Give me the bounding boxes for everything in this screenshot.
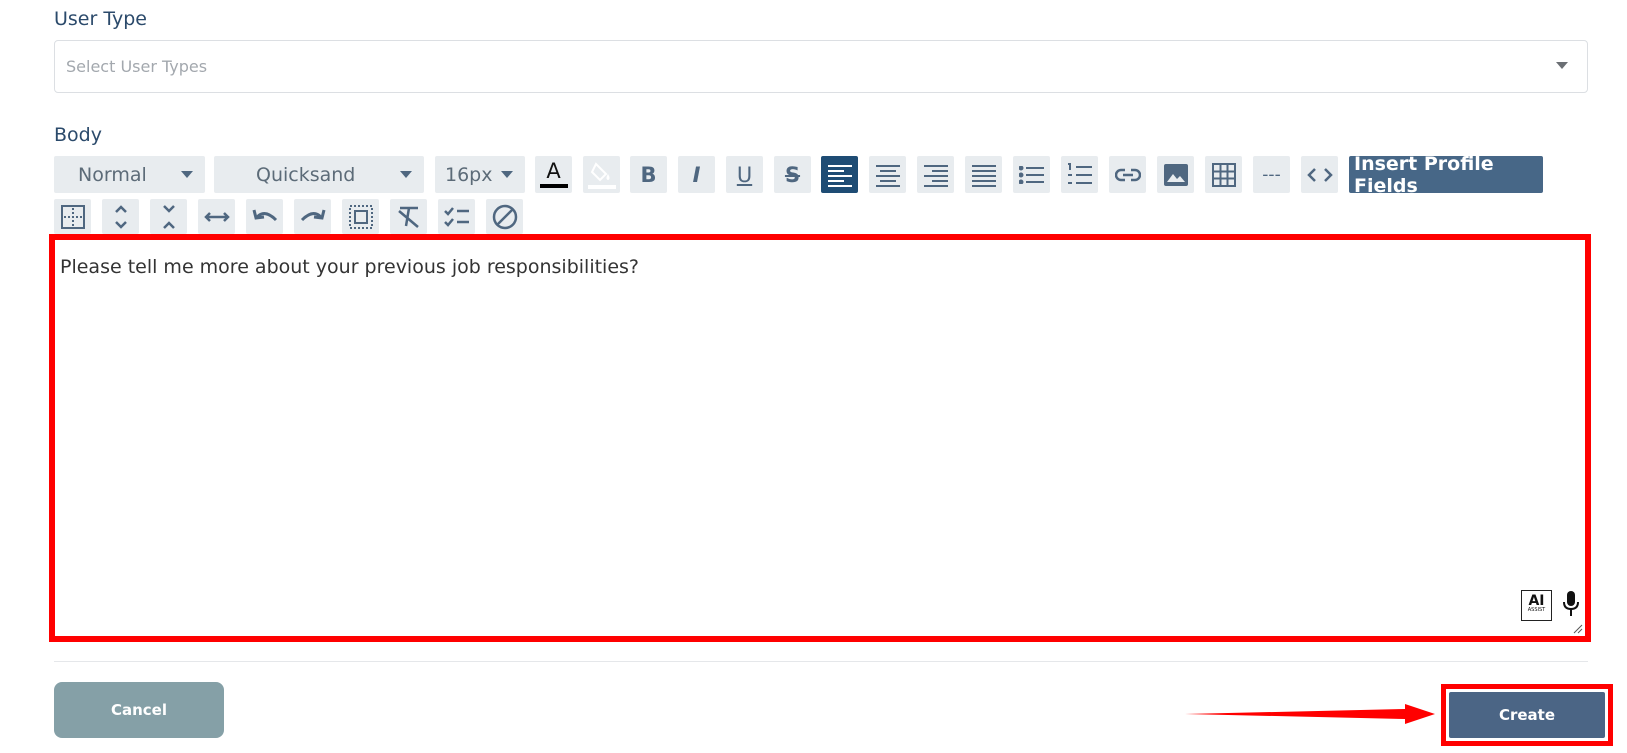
arrow-annotation-icon [1185, 704, 1435, 724]
insert-profile-fields-button[interactable]: Insert Profile Fields [1349, 153, 1543, 197]
user-type-label: User Type [54, 8, 147, 30]
prohibited-icon [492, 204, 517, 229]
link-button[interactable] [1109, 156, 1146, 193]
table-button[interactable] [1205, 156, 1242, 193]
ai-assist-label: AI [1528, 593, 1545, 609]
expand-vertical-button[interactable] [102, 199, 139, 234]
collapse-vertical-icon [162, 204, 175, 229]
bold-icon: B [640, 162, 657, 187]
select-all-icon [348, 204, 373, 229]
chevron-down-icon [181, 171, 193, 178]
chevron-down-icon [1556, 62, 1568, 69]
select-all-button[interactable] [342, 199, 379, 234]
code-view-button[interactable] [1301, 156, 1338, 193]
bullet-list-button[interactable] [1013, 156, 1050, 193]
table-icon [1211, 162, 1236, 187]
font-dropdown[interactable]: Quicksand [214, 156, 424, 193]
text-color-icon: A [546, 159, 561, 183]
size-dropdown[interactable]: 16px [435, 156, 525, 193]
chevron-down-icon [501, 171, 513, 178]
background-color-button[interactable] [583, 156, 620, 193]
format-value: Normal [78, 163, 147, 186]
bold-button[interactable]: B [630, 156, 667, 193]
undo-icon [252, 209, 277, 221]
resize-handle-icon[interactable] [1573, 624, 1583, 634]
chevron-down-icon [400, 171, 412, 178]
align-justify-icon [971, 164, 996, 187]
horizontal-rule-button[interactable]: --- [1253, 156, 1290, 193]
numbered-list-icon [1067, 162, 1092, 184]
redo-button[interactable] [294, 199, 331, 234]
body-label: Body [54, 124, 102, 146]
text-color-button[interactable]: A [535, 156, 572, 193]
user-type-select[interactable]: Select User Types [54, 40, 1588, 93]
editor-content[interactable]: Please tell me more about your previous … [60, 256, 639, 278]
ai-assist-sublabel: ASSIST [1527, 607, 1546, 613]
font-value: Quicksand [256, 163, 356, 186]
underline-icon: U [736, 162, 753, 187]
body-editor[interactable]: Please tell me more about your previous … [49, 234, 1591, 642]
create-button[interactable]: Create [1449, 692, 1605, 738]
align-justify-button[interactable] [965, 156, 1002, 193]
expand-horizontal-icon [203, 211, 230, 222]
text-color-swatch [539, 184, 568, 188]
code-icon [1306, 167, 1333, 182]
align-right-button[interactable] [917, 156, 954, 193]
underline-button[interactable]: U [726, 156, 763, 193]
undo-button[interactable] [246, 199, 283, 234]
redo-icon [300, 209, 325, 221]
disable-button[interactable] [486, 199, 523, 234]
paint-bucket-icon [587, 161, 616, 189]
format-dropdown[interactable]: Normal [54, 156, 205, 193]
italic-button[interactable]: I [678, 156, 715, 193]
image-button[interactable] [1157, 156, 1194, 193]
expand-horizontal-button[interactable] [198, 199, 235, 234]
expand-vertical-icon [114, 204, 127, 229]
divider [54, 661, 1588, 662]
collapse-vertical-button[interactable] [150, 199, 187, 234]
image-icon [1163, 163, 1188, 186]
align-right-icon [923, 164, 948, 187]
strikethrough-button[interactable]: S [774, 156, 811, 193]
bullet-list-icon [1018, 165, 1044, 184]
checklist-button[interactable] [438, 199, 475, 234]
strikethrough-icon: S [784, 162, 801, 187]
create-highlight: Create [1441, 684, 1613, 746]
ai-assist-button[interactable]: AI ASSIST [1521, 590, 1552, 621]
horizontal-rule-label: --- [1262, 164, 1281, 185]
clear-formatting-icon [397, 206, 419, 228]
numbered-list-button[interactable] [1061, 156, 1098, 193]
align-center-icon [875, 164, 900, 187]
checklist-icon [443, 206, 469, 227]
insert-profile-fields-label: Insert Profile Fields [1354, 152, 1494, 197]
link-icon [1114, 168, 1141, 181]
align-left-icon [827, 164, 852, 187]
size-value: 16px [445, 163, 493, 186]
microphone-icon[interactable] [1561, 590, 1581, 618]
user-type-placeholder: Select User Types [66, 57, 208, 76]
cancel-button[interactable]: Cancel [54, 682, 224, 738]
italic-icon: I [692, 162, 701, 187]
table-cell-icon [60, 204, 85, 229]
table-cell-button[interactable] [54, 199, 91, 234]
align-left-button[interactable] [821, 156, 858, 193]
clear-formatting-button[interactable] [390, 199, 427, 234]
align-center-button[interactable] [869, 156, 906, 193]
